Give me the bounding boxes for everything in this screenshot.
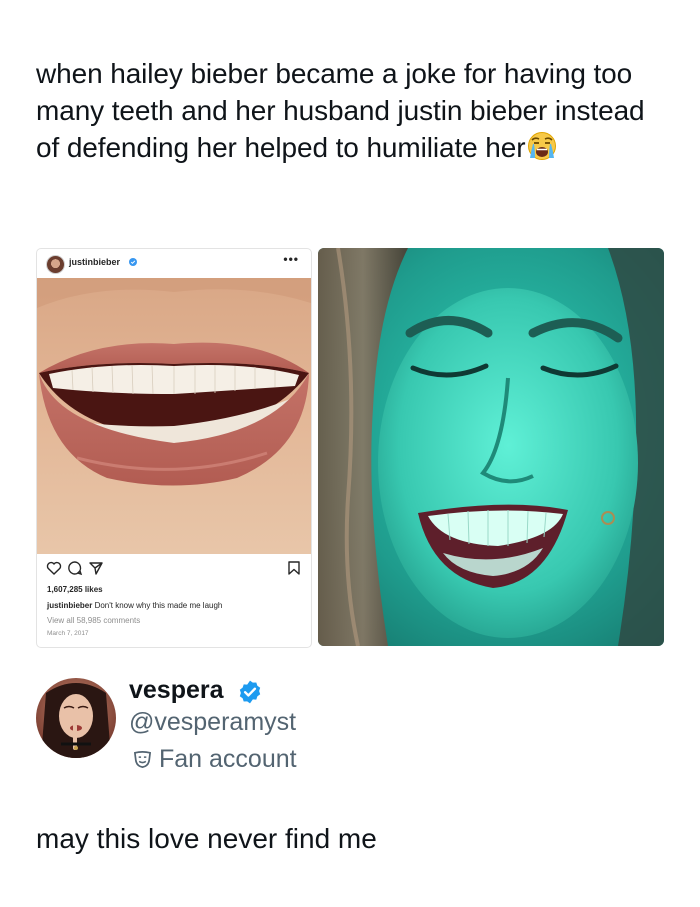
more-options-icon[interactable]: ••• bbox=[283, 252, 299, 266]
verified-badge-icon bbox=[239, 680, 261, 704]
reply-text: may this love never find me bbox=[36, 823, 377, 854]
instagram-post-card: justinbieber ••• 1,607,285 likes justinb… bbox=[36, 248, 312, 648]
theater-masks-icon bbox=[133, 751, 152, 768]
post-caption: justinbieber Don't know why this made me… bbox=[47, 601, 222, 610]
user-handle[interactable]: @vesperamyst bbox=[129, 708, 296, 737]
instagram-avatar[interactable] bbox=[46, 255, 65, 274]
likes-count[interactable]: 1,607,285 likes bbox=[47, 585, 103, 594]
instagram-actions bbox=[37, 560, 311, 580]
smiling-mouth-photo bbox=[37, 278, 311, 554]
verified-badge-icon bbox=[129, 258, 137, 266]
fan-account-text: Fan account bbox=[159, 745, 297, 773]
instagram-header: justinbieber ••• bbox=[37, 249, 311, 277]
laughing-woman-photo bbox=[318, 248, 664, 646]
display-name[interactable]: vespera bbox=[129, 676, 224, 705]
profile-avatar[interactable] bbox=[36, 678, 116, 758]
instagram-username[interactable]: justinbieber bbox=[69, 257, 120, 267]
comment-icon[interactable] bbox=[67, 560, 83, 576]
post-text: when hailey bieber became a joke for hav… bbox=[36, 55, 666, 166]
heart-icon[interactable] bbox=[46, 560, 62, 576]
view-comments-link[interactable]: View all 58,985 comments bbox=[47, 616, 140, 625]
caption-text: Don't know why this made me laugh bbox=[92, 601, 223, 610]
bookmark-icon[interactable] bbox=[287, 560, 301, 576]
post-date: March 7, 2017 bbox=[47, 630, 89, 637]
share-icon[interactable] bbox=[88, 560, 104, 576]
loudly-crying-face-emoji bbox=[528, 132, 557, 160]
caption-username[interactable]: justinbieber bbox=[47, 601, 92, 610]
